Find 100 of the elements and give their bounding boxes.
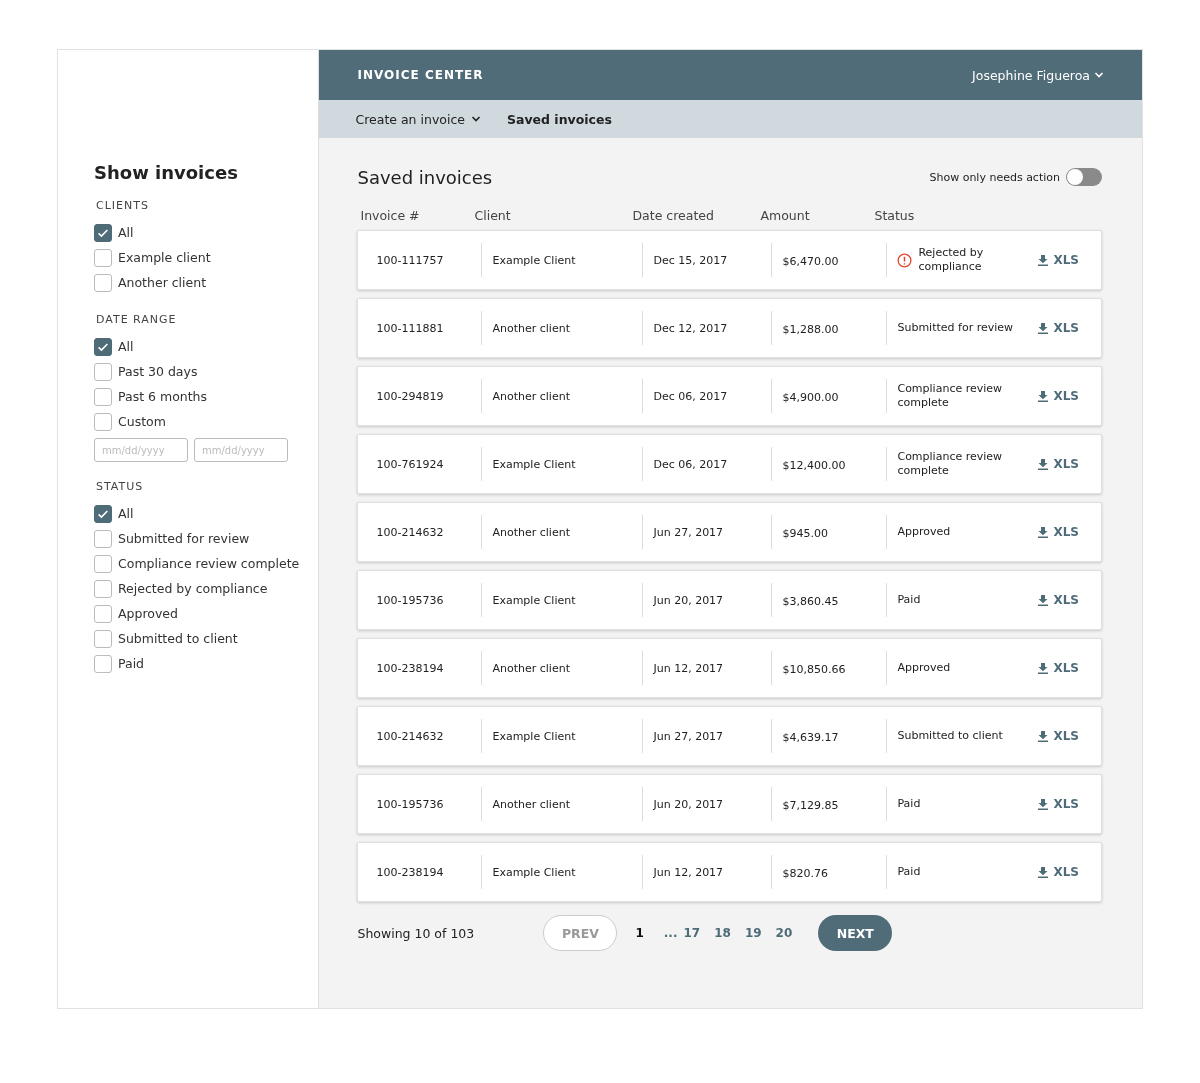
user-menu[interactable]: Josephine Figueroa bbox=[972, 67, 1104, 83]
table-cell-text: Example Client bbox=[491, 729, 577, 743]
sidebar-title: Show invoices bbox=[94, 162, 239, 183]
checkbox[interactable] bbox=[94, 337, 112, 356]
checkbox-label: Past 6 months bbox=[118, 389, 208, 404]
checkbox[interactable] bbox=[94, 654, 112, 673]
page-link[interactable]: 1 bbox=[635, 926, 644, 940]
table-cell-text: Another client bbox=[491, 661, 571, 675]
table-cell-text: 100-111881 bbox=[375, 321, 445, 335]
download-button[interactable]: XLS bbox=[1037, 389, 1079, 403]
checkbox[interactable] bbox=[94, 579, 112, 598]
download-button[interactable]: XLS bbox=[1037, 321, 1079, 335]
table-cell-text: Jun 12, 2017 bbox=[652, 661, 725, 675]
checkbox[interactable] bbox=[94, 248, 112, 267]
column-header: Client bbox=[474, 207, 512, 223]
download-button[interactable]: XLS bbox=[1037, 797, 1079, 811]
date-field[interactable]: mm/dd/yyyy bbox=[94, 438, 188, 462]
table-cell-text: $1,288.00 bbox=[781, 322, 840, 336]
invoice-row[interactable]: 100-111757 Example Client Dec 15, 2017 $6,470.00 Rejected by compliance XLS bbox=[357, 230, 1102, 290]
status-text: Paid bbox=[897, 797, 921, 811]
table-cell-text: $4,639.17 bbox=[781, 730, 840, 744]
page-link[interactable]: 20 bbox=[775, 926, 793, 940]
checkbox-label: Compliance review complete bbox=[118, 556, 300, 571]
checkbox-label: Custom bbox=[118, 414, 166, 429]
status-text: Submitted to client bbox=[897, 729, 1003, 743]
invoice-row[interactable]: 100-238194 Another client Jun 12, 2017 $10,850.66 Approved XLS bbox=[357, 638, 1102, 698]
page-link[interactable]: 19 bbox=[744, 926, 762, 940]
column-header: Amount bbox=[760, 207, 811, 223]
app-title: INVOICE CENTER bbox=[357, 68, 484, 82]
column-header: Date created bbox=[632, 207, 715, 223]
page-link[interactable]: 18 bbox=[714, 926, 731, 940]
download-icon bbox=[1037, 662, 1050, 674]
checkbox-label: Example client bbox=[118, 250, 211, 265]
checkbox[interactable] bbox=[94, 529, 112, 548]
table-cell-text: 100-238194 bbox=[375, 865, 445, 879]
table-cell-text: Dec 15, 2017 bbox=[652, 253, 729, 267]
download-icon bbox=[1037, 254, 1050, 266]
status-text: Paid bbox=[897, 865, 921, 879]
toggle-label: Show only needs action bbox=[929, 170, 1060, 184]
checkbox-label: All bbox=[118, 506, 134, 521]
checkbox-label: Rejected by compliance bbox=[118, 581, 268, 596]
invoice-row[interactable]: 100-111881 Another client Dec 12, 2017 $1,288.00 Submitted for review XLS bbox=[357, 298, 1102, 358]
download-icon bbox=[1037, 594, 1050, 606]
invoice-row[interactable]: 100-195736 Another client Jun 20, 2017 $7,129.85 Paid XLS bbox=[357, 774, 1102, 834]
page-title: Saved invoices bbox=[357, 166, 493, 188]
download-button[interactable]: XLS bbox=[1037, 729, 1079, 743]
table-cell-text: 100-195736 bbox=[375, 593, 445, 607]
invoice-row[interactable]: 100-294819 Another client Dec 06, 2017 $4,900.00 Compliance review complete XLS bbox=[357, 366, 1102, 426]
download-button[interactable]: XLS bbox=[1037, 457, 1079, 471]
table-cell-text: Example Client bbox=[491, 253, 577, 267]
table-cell-text: Jun 20, 2017 bbox=[652, 797, 725, 811]
table-cell-text: Example Client bbox=[491, 593, 577, 607]
table-cell-text: Jun 27, 2017 bbox=[652, 729, 725, 743]
download-button[interactable]: XLS bbox=[1037, 525, 1079, 539]
toggle-switch[interactable] bbox=[1066, 168, 1102, 186]
checkbox[interactable] bbox=[94, 223, 112, 242]
invoice-row[interactable]: 100-238194 Example Client Jun 12, 2017 $820.76 Paid XLS bbox=[357, 842, 1102, 902]
download-button[interactable]: XLS bbox=[1037, 593, 1079, 607]
page-link[interactable]: 17 bbox=[683, 926, 701, 940]
table-cell-text: Jun 27, 2017 bbox=[652, 525, 725, 539]
nav-tab[interactable]: Saved invoices bbox=[507, 111, 612, 127]
status-text: Approved bbox=[897, 525, 951, 539]
invoice-row[interactable]: 100-214632 Example Client Jun 27, 2017 $4,639.17 Submitted to client XLS bbox=[357, 706, 1102, 766]
table-cell-text: $7,129.85 bbox=[781, 798, 840, 812]
checkbox[interactable] bbox=[94, 604, 112, 623]
download-icon bbox=[1037, 798, 1050, 810]
table-cell-text: Another client bbox=[491, 321, 571, 335]
checkbox[interactable] bbox=[94, 554, 112, 573]
table-cell-text: 100-294819 bbox=[375, 389, 445, 403]
download-button[interactable]: XLS bbox=[1037, 253, 1079, 267]
checkbox-label: Submitted for review bbox=[118, 531, 250, 546]
download-button[interactable]: XLS bbox=[1037, 865, 1079, 879]
date-field[interactable]: mm/dd/yyyy bbox=[194, 438, 288, 462]
filter-heading: DATE RANGE bbox=[96, 313, 178, 326]
next-button[interactable]: NEXT bbox=[818, 915, 893, 951]
status-text: Submitted for review bbox=[897, 321, 1014, 335]
table-cell-text: $12,400.00 bbox=[781, 458, 847, 472]
table-cell-text: $4,900.00 bbox=[781, 390, 840, 404]
table-cell-text: Another client bbox=[491, 525, 571, 539]
invoice-row[interactable]: 100-214632 Another client Jun 27, 2017 $945.00 Approved XLS bbox=[357, 502, 1102, 562]
filter-heading: CLIENTS bbox=[96, 199, 150, 212]
invoice-row[interactable]: 100-761924 Example Client Dec 06, 2017 $12,400.00 Compliance review complete XLS bbox=[357, 434, 1102, 494]
nav-tab[interactable]: Create an invoice bbox=[355, 111, 481, 127]
table-cell-text: 100-214632 bbox=[375, 729, 445, 743]
column-header: Invoice # bbox=[360, 207, 421, 223]
checkbox[interactable] bbox=[94, 629, 112, 648]
checkbox[interactable] bbox=[94, 362, 112, 381]
table-cell-text: Dec 06, 2017 bbox=[652, 389, 729, 403]
table-cell-text: $945.00 bbox=[781, 526, 829, 540]
table-cell-text: 100-195736 bbox=[375, 797, 445, 811]
checkbox[interactable] bbox=[94, 273, 112, 292]
checkbox[interactable] bbox=[94, 504, 112, 523]
invoice-row[interactable]: 100-195736 Example Client Jun 20, 2017 $3,860.45 Paid XLS bbox=[357, 570, 1102, 630]
checkbox[interactable] bbox=[94, 412, 112, 431]
filter-heading: STATUS bbox=[96, 480, 145, 493]
table-cell-text: Example Client bbox=[491, 457, 577, 471]
checkbox-label: All bbox=[118, 339, 134, 354]
download-button[interactable]: XLS bbox=[1037, 661, 1079, 675]
results-summary: Showing 10 of 103 bbox=[357, 925, 476, 941]
checkbox[interactable] bbox=[94, 387, 112, 406]
